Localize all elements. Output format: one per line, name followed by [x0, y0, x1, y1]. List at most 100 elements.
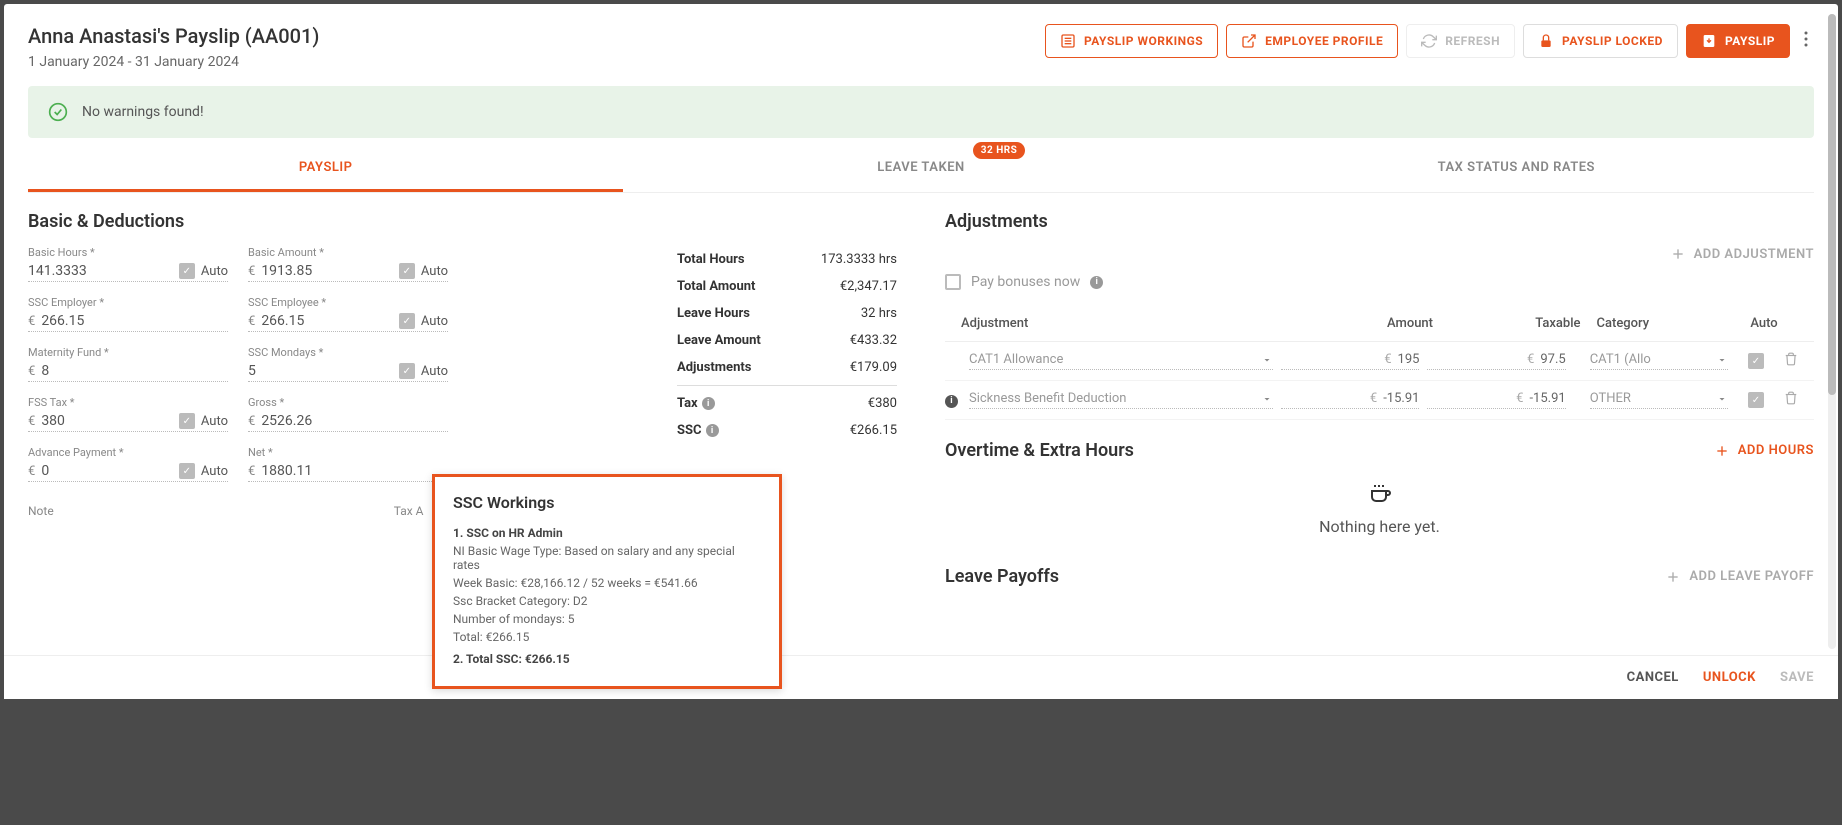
refresh-button[interactable]: REFRESH	[1406, 24, 1515, 58]
pay-bonuses-checkbox[interactable]	[945, 274, 961, 290]
payslip-button[interactable]: PAYSLIP	[1686, 24, 1790, 58]
modal-footer: CANCEL UNLOCK SAVE	[4, 655, 1838, 699]
col-auto: Auto	[1744, 316, 1784, 331]
checkbox-icon[interactable]: ✓	[179, 413, 195, 429]
content-area: Basic & Deductions Basic Hours * ✓Auto	[4, 193, 1838, 655]
info-icon[interactable]: i	[1090, 276, 1103, 289]
category-select[interactable]: OTHER	[1590, 391, 1728, 409]
tab-leave-taken[interactable]: LEAVE TAKEN 32 HRS	[623, 146, 1218, 192]
adjustments-table: Adjustment Amount Taxable Category Auto …	[945, 306, 1814, 420]
info-icon[interactable]: i	[702, 397, 715, 410]
info-icon[interactable]: i	[706, 424, 719, 437]
auto-label: Auto	[421, 364, 448, 379]
currency-symbol: €	[28, 414, 35, 429]
ssc-employer-label: SSC Employer *	[28, 296, 228, 309]
col-amount: Amount	[1286, 316, 1434, 331]
gross-input[interactable]	[261, 413, 448, 429]
auto-checkbox[interactable]: ✓	[1748, 353, 1764, 369]
basic-amount-label: Basic Amount *	[248, 246, 448, 259]
checkbox-icon[interactable]: ✓	[399, 263, 415, 279]
popover-line: Ssc Bracket Category: D2	[453, 594, 761, 608]
popover-line: Number of mondays: 5	[453, 612, 761, 626]
tab-bar: PAYSLIP LEAVE TAKEN 32 HRS TAX STATUS AN…	[28, 146, 1814, 193]
total-hours-label: Total Hours	[677, 252, 745, 267]
checkbox-icon[interactable]: ✓	[179, 263, 195, 279]
category-select[interactable]: CAT1 (Allo	[1590, 352, 1728, 370]
scrollbar[interactable]	[1828, 14, 1836, 649]
checkbox-icon[interactable]: ✓	[399, 363, 415, 379]
checkbox-icon[interactable]: ✓	[399, 313, 415, 329]
adjustment-row: i Sickness Benefit Deduction €-15.91 €-1…	[945, 381, 1814, 420]
chevron-down-icon	[1716, 393, 1728, 405]
tab-tax-status[interactable]: TAX STATUS AND RATES	[1219, 146, 1814, 192]
chevron-down-icon	[1716, 354, 1728, 366]
notice-text: No warnings found!	[82, 104, 204, 120]
advance-input[interactable]	[41, 463, 173, 479]
tax-value: €380	[868, 396, 897, 411]
basic-hours-label: Basic Hours *	[28, 246, 228, 259]
fss-tax-input[interactable]	[41, 413, 173, 429]
add-leave-payoff-button[interactable]: ADD LEAVE PAYOFF	[1665, 569, 1814, 585]
adjustments-title: Adjustments	[945, 211, 1814, 232]
unlock-button[interactable]: UNLOCK	[1703, 670, 1756, 685]
ssc-employer-input[interactable]	[41, 313, 228, 329]
page-title: Anna Anastasi's Payslip (AA001)	[28, 24, 319, 48]
basic-hours-input[interactable]	[28, 263, 173, 279]
col-category: Category	[1581, 316, 1745, 331]
adjustment-taxable[interactable]: -15.91	[1529, 391, 1565, 406]
tax-label: Tax	[677, 396, 698, 411]
ssc-mondays-input[interactable]	[248, 363, 393, 379]
delete-row-button[interactable]	[1784, 352, 1814, 370]
adjustment-select[interactable]: CAT1 Allowance	[969, 352, 1273, 370]
tab-payslip[interactable]: PAYSLIP	[28, 146, 623, 192]
check-circle-icon	[48, 102, 68, 122]
plus-icon	[1670, 246, 1686, 262]
employee-profile-button[interactable]: EMPLOYEE PROFILE	[1226, 24, 1398, 58]
adjustment-amount[interactable]: -15.91	[1383, 391, 1419, 406]
leave-hours-label: Leave Hours	[677, 306, 750, 321]
title-block: Anna Anastasi's Payslip (AA001) 1 Januar…	[28, 24, 319, 70]
net-input[interactable]	[261, 463, 448, 479]
leave-hours-badge: 32 HRS	[973, 142, 1026, 159]
category-name: OTHER	[1590, 391, 1631, 406]
leave-amount-label: Leave Amount	[677, 333, 761, 348]
payslip-locked-button[interactable]: PAYSLIP LOCKED	[1523, 24, 1678, 58]
info-icon[interactable]: i	[945, 395, 958, 408]
advance-field: Advance Payment * € ✓Auto	[28, 446, 228, 482]
ssc-value: €266.15	[850, 423, 897, 438]
adjustment-row: CAT1 Allowance €195 €97.5 CAT1 (Allo ✓	[945, 342, 1814, 381]
gross-label: Gross *	[248, 396, 448, 409]
payslip-modal: Anna Anastasi's Payslip (AA001) 1 Januar…	[4, 4, 1838, 699]
leave-payoffs-title: Leave Payoffs	[945, 566, 1059, 587]
adjustments-label: Adjustments	[677, 360, 751, 375]
maternity-label: Maternity Fund *	[28, 346, 228, 359]
col-taxable: Taxable	[1433, 316, 1581, 331]
adjustment-name: CAT1 Allowance	[969, 352, 1063, 367]
ssc-mondays-label: SSC Mondays *	[248, 346, 448, 359]
total-amount-label: Total Amount	[677, 279, 755, 294]
adjustment-amount[interactable]: 195	[1398, 352, 1420, 367]
employee-profile-label: EMPLOYEE PROFILE	[1265, 34, 1383, 48]
delete-row-button[interactable]	[1784, 391, 1814, 409]
payslip-workings-button[interactable]: PAYSLIP WORKINGS	[1045, 24, 1218, 58]
auto-checkbox[interactable]: ✓	[1748, 392, 1764, 408]
adjustment-select[interactable]: Sickness Benefit Deduction	[969, 391, 1273, 409]
currency-symbol: €	[248, 414, 255, 429]
maternity-input[interactable]	[41, 363, 228, 379]
scrollbar-thumb[interactable]	[1828, 14, 1836, 395]
add-hours-button[interactable]: ADD HOURS	[1714, 443, 1814, 459]
adjustment-taxable[interactable]: 97.5	[1540, 352, 1565, 367]
note-label: Note	[28, 504, 54, 518]
ssc-employee-input[interactable]	[261, 313, 393, 329]
notice-banner: No warnings found!	[28, 86, 1814, 138]
cancel-button[interactable]: CANCEL	[1627, 670, 1679, 685]
basic-amount-input[interactable]	[261, 263, 393, 279]
currency-symbol: €	[1384, 352, 1391, 367]
add-adjustment-button[interactable]: ADD ADJUSTMENT	[1670, 246, 1814, 262]
leave-hours-value: 32 hrs	[861, 306, 897, 321]
modal-header: Anna Anastasi's Payslip (AA001) 1 Januar…	[4, 4, 1838, 70]
checkbox-icon[interactable]: ✓	[179, 463, 195, 479]
save-button[interactable]: SAVE	[1780, 670, 1814, 685]
ssc-mondays-field: SSC Mondays * ✓ Auto	[248, 346, 448, 382]
more-menu-button[interactable]	[1798, 25, 1814, 57]
